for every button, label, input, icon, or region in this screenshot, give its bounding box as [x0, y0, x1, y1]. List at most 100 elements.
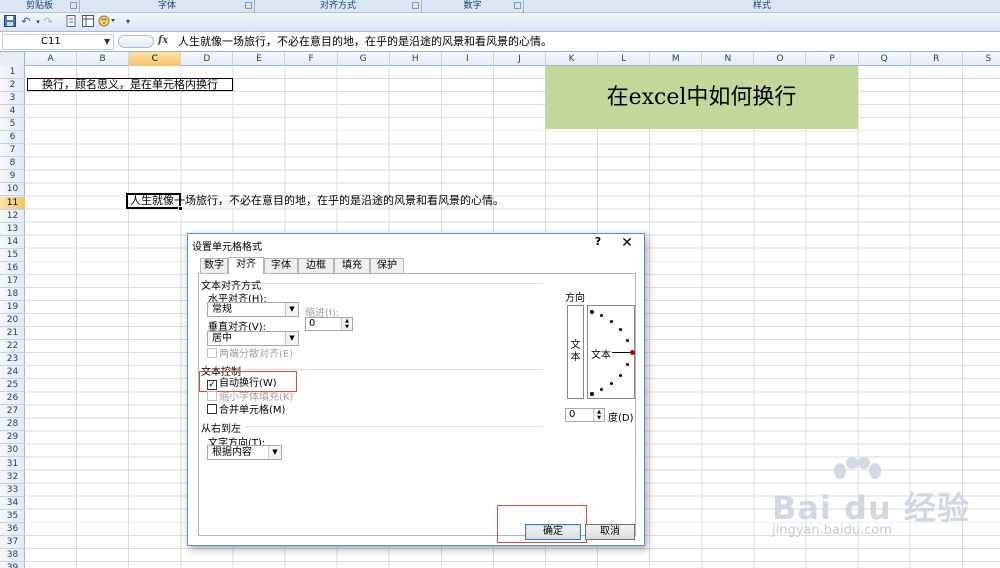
formula-expand-button[interactable] — [118, 35, 154, 48]
row-header-5[interactable]: 5 — [0, 118, 25, 132]
ok-button[interactable]: 确定 — [525, 524, 581, 540]
column-header-r[interactable]: R — [911, 52, 963, 66]
close-icon[interactable]: ✕ — [620, 235, 634, 251]
row-header-9[interactable]: 9 — [0, 170, 25, 184]
checkbox-box[interactable] — [207, 404, 217, 414]
merge-cells-checkbox[interactable]: 合并单元格(M) — [207, 404, 285, 416]
row-header-35[interactable]: 35 — [0, 510, 25, 523]
row-header-26[interactable]: 26 — [0, 392, 25, 406]
row-header-37[interactable]: 37 — [0, 536, 25, 549]
row-header-38[interactable]: 38 — [0, 549, 25, 562]
row-header-4[interactable]: 4 — [0, 105, 25, 119]
row-header-11[interactable]: 11 — [0, 196, 25, 210]
row-header-2[interactable]: 2 — [0, 79, 25, 93]
vertical-align-select[interactable]: 居中 ▼ — [207, 331, 299, 346]
dialog-launcher-icon[interactable] — [514, 2, 521, 9]
row-header-29[interactable]: 29 — [0, 431, 25, 445]
column-header-c[interactable]: C — [129, 52, 182, 66]
tab-font[interactable]: 字体 — [264, 258, 298, 273]
redo-icon[interactable]: ↷ — [41, 15, 55, 29]
tab-number[interactable]: 数字 — [200, 258, 228, 273]
print-icon[interactable] — [64, 15, 78, 29]
column-header-h[interactable]: H — [390, 52, 442, 66]
column-header-o[interactable]: O — [754, 52, 807, 66]
row-header-15[interactable]: 15 — [0, 249, 25, 262]
column-header-j[interactable]: J — [494, 52, 546, 66]
column-header-p[interactable]: P — [807, 52, 859, 66]
dialog-launcher-icon[interactable] — [70, 2, 77, 9]
dialog-launcher-icon[interactable] — [245, 2, 252, 9]
row-header-3[interactable]: 3 — [0, 92, 25, 106]
row-header-27[interactable]: 27 — [0, 405, 25, 419]
column-header-d[interactable]: D — [181, 52, 234, 66]
help-icon[interactable]: ? — [591, 235, 605, 248]
column-header-e[interactable]: E — [233, 52, 286, 66]
insert-function-icon[interactable]: fx — [158, 35, 168, 46]
row-header-6[interactable]: 6 — [0, 131, 25, 145]
row-header-13[interactable]: 13 — [0, 223, 25, 236]
column-header-k[interactable]: K — [546, 52, 599, 66]
column-header-g[interactable]: G — [338, 52, 390, 66]
checkmark-icon[interactable]: ✓ — [207, 380, 217, 390]
chevron-down-icon[interactable]: ▼ — [104, 37, 110, 46]
customize-toolbar-icon[interactable]: ▾ — [121, 15, 135, 29]
cell-c11-text[interactable]: 人生就像一场旅行，不必在意目的地，在乎的是沿途的风景和看风景的心情。 — [130, 195, 504, 207]
title-banner[interactable]: 在excel中如何换行 — [545, 66, 858, 129]
row-header-14[interactable]: 14 — [0, 236, 25, 249]
dialog-launcher-icon[interactable] — [412, 2, 419, 9]
tab-border[interactable]: 边框 — [298, 258, 334, 273]
row-header-18[interactable]: 18 — [0, 288, 25, 301]
horizontal-align-select[interactable]: 常规 ▼ — [207, 302, 299, 317]
column-header-f[interactable]: F — [286, 52, 338, 66]
select-all-corner[interactable] — [0, 52, 25, 66]
spinner-arrows-icon[interactable]: ▲ ▼ — [341, 318, 352, 330]
row-header-22[interactable]: 22 — [0, 340, 25, 354]
column-header-n[interactable]: N — [702, 52, 755, 66]
row-header-16[interactable]: 16 — [0, 262, 25, 275]
row-header-10[interactable]: 10 — [0, 183, 25, 197]
tab-fill[interactable]: 填充 — [334, 258, 370, 273]
column-header-m[interactable]: M — [650, 52, 703, 66]
cell-b2-text[interactable]: 换行，顾名思义，是在单元格内换行 — [27, 78, 233, 91]
column-header-i[interactable]: I — [442, 52, 494, 66]
row-header-30[interactable]: 30 — [0, 444, 25, 458]
name-box[interactable]: C11 — [2, 34, 114, 50]
row-header-32[interactable]: 32 — [0, 471, 25, 484]
row-header-21[interactable]: 21 — [0, 327, 25, 340]
row-header-28[interactable]: 28 — [0, 418, 25, 432]
row-header-34[interactable]: 34 — [0, 497, 25, 510]
column-header-s[interactable]: S — [963, 52, 1000, 66]
view-icon[interactable] — [81, 15, 95, 29]
row-header-12[interactable]: 12 — [0, 210, 25, 223]
wrap-text-checkbox[interactable]: ✓ 自动换行(W) — [207, 378, 277, 390]
row-header-19[interactable]: 19 — [0, 301, 25, 314]
cancel-button[interactable]: 取消 — [585, 524, 635, 540]
save-icon[interactable] — [3, 15, 17, 29]
paint-icon[interactable] — [97, 15, 117, 29]
column-header-b[interactable]: B — [77, 52, 130, 66]
row-header-1[interactable]: 1 — [0, 66, 25, 79]
orientation-dial[interactable]: 文本 — [587, 305, 635, 399]
tab-alignment[interactable]: 对齐 — [228, 257, 264, 274]
row-header-20[interactable]: 20 — [0, 314, 25, 327]
degree-spinner[interactable]: 0 ▲ ▼ — [565, 408, 605, 422]
row-header-39[interactable]: 39 — [0, 562, 25, 568]
row-header-31[interactable]: 31 — [0, 458, 25, 471]
row-header-23[interactable]: 23 — [0, 353, 25, 367]
text-direction-select[interactable]: 根据内容 ▼ — [207, 445, 282, 460]
row-header-8[interactable]: 8 — [0, 157, 25, 171]
row-header-7[interactable]: 7 — [0, 144, 25, 158]
column-header-q[interactable]: Q — [859, 52, 911, 66]
dial-handle-icon[interactable] — [630, 350, 635, 355]
row-header-33[interactable]: 33 — [0, 484, 25, 497]
row-header-24[interactable]: 24 — [0, 366, 25, 380]
formula-input[interactable]: 人生就像一场旅行，不必在意目的地，在乎的是沿途的风景和看风景的心情。 — [178, 35, 552, 49]
indent-spinner[interactable]: 0 ▲ ▼ — [305, 317, 353, 331]
row-header-36[interactable]: 36 — [0, 523, 25, 536]
row-header-25[interactable]: 25 — [0, 379, 25, 393]
column-header-a[interactable]: A — [25, 52, 78, 66]
spinner-arrows-icon[interactable]: ▲ ▼ — [593, 409, 604, 421]
column-header-l[interactable]: L — [598, 52, 651, 66]
vertical-text-toggle[interactable]: 文本 — [567, 305, 584, 399]
row-header-17[interactable]: 17 — [0, 275, 25, 288]
